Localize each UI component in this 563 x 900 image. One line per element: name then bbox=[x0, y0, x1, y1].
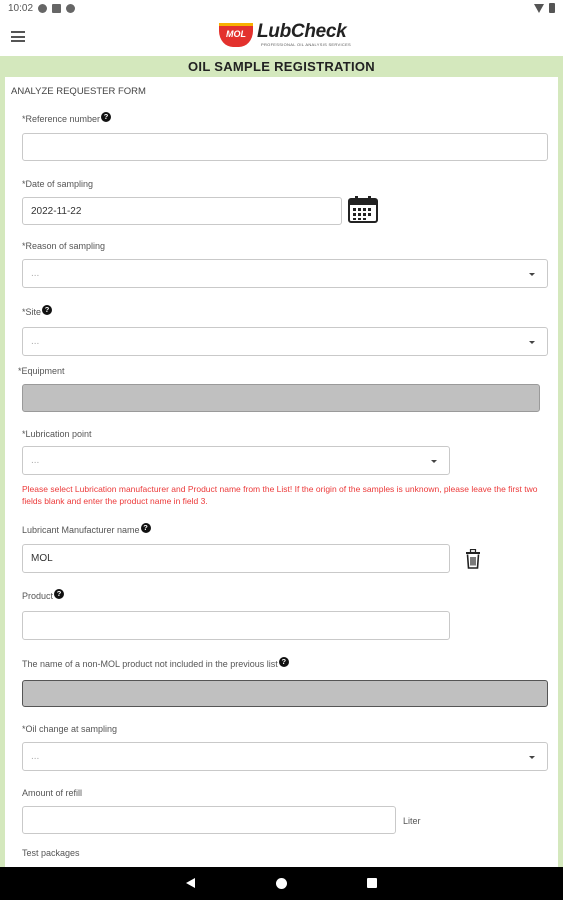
date-of-sampling-input[interactable]: 2022-11-22 bbox=[22, 197, 342, 225]
product-input[interactable] bbox=[22, 611, 450, 640]
lubricant-manufacturer-input[interactable]: MOL bbox=[22, 544, 450, 573]
product-label: Product? bbox=[22, 589, 65, 601]
chevron-down-icon bbox=[431, 459, 437, 463]
chevron-down-icon bbox=[529, 755, 535, 759]
reference-number-input[interactable] bbox=[22, 133, 548, 161]
chevron-down-icon bbox=[529, 272, 535, 276]
reason-of-sampling-select[interactable]: ... bbox=[22, 259, 548, 288]
page-title-bar: OIL SAMPLE REGISTRATION bbox=[0, 56, 563, 77]
non-mol-product-input bbox=[22, 680, 548, 707]
navigation-bar bbox=[0, 867, 563, 900]
equipment-input bbox=[22, 384, 540, 412]
lubcheck-logo: MOL LubCheck PROFESSIONAL OIL ANALYSIS S… bbox=[219, 22, 351, 47]
mol-logo-badge: MOL bbox=[219, 22, 253, 47]
reason-of-sampling-label: *Reason of sampling bbox=[22, 241, 106, 251]
help-icon[interactable]: ? bbox=[140, 523, 151, 533]
app-bar: MOL LubCheck PROFESSIONAL OIL ANALYSIS S… bbox=[0, 18, 563, 56]
oil-change-label: *Oil change at sampling bbox=[22, 724, 118, 734]
lubrication-point-label: *Lubrication point bbox=[22, 429, 92, 439]
sim-icon bbox=[52, 4, 62, 13]
amount-of-refill-label: Amount of refill bbox=[22, 788, 83, 798]
site-select[interactable]: ... bbox=[22, 327, 548, 356]
error-message: Please select Lubrication manufacturer a… bbox=[22, 484, 538, 506]
equipment-label: *Equipment bbox=[18, 366, 65, 376]
test-packages-label: Test packages bbox=[22, 848, 80, 858]
page-title: OIL SAMPLE REGISTRATION bbox=[188, 59, 375, 74]
status-right bbox=[534, 3, 555, 13]
recents-icon[interactable] bbox=[367, 878, 377, 888]
sync-icon bbox=[66, 4, 76, 13]
side-band-right bbox=[558, 77, 563, 867]
back-icon[interactable] bbox=[186, 878, 195, 888]
hamburger-icon[interactable] bbox=[11, 31, 25, 42]
non-mol-product-label: The name of a non-MOL product not includ… bbox=[22, 657, 289, 669]
logo-name: LubCheck bbox=[257, 21, 347, 42]
help-icon[interactable]: ? bbox=[101, 112, 112, 122]
lubricant-manufacturer-label: Lubricant Manufacturer name? bbox=[22, 523, 151, 535]
calendar-icon[interactable] bbox=[348, 195, 378, 224]
lubrication-point-select[interactable]: ... bbox=[22, 446, 450, 475]
a-icon bbox=[38, 4, 48, 13]
help-icon[interactable]: ? bbox=[42, 305, 53, 315]
oil-change-select[interactable]: ... bbox=[22, 742, 548, 771]
trash-icon[interactable] bbox=[465, 549, 481, 569]
help-icon[interactable]: ? bbox=[278, 657, 289, 667]
status-left: 10:02 bbox=[8, 3, 76, 14]
chevron-down-icon bbox=[529, 340, 535, 344]
refill-unit: Liter bbox=[403, 816, 421, 826]
help-icon[interactable]: ? bbox=[54, 589, 65, 599]
status-time: 10:02 bbox=[8, 3, 34, 14]
status-bar: 10:02 bbox=[0, 0, 563, 18]
battery-icon bbox=[549, 3, 555, 13]
home-icon[interactable] bbox=[276, 878, 287, 889]
section-title: ANALYZE REQUESTER FORM bbox=[11, 86, 146, 97]
logo-tagline: PROFESSIONAL OIL ANALYSIS SERVICES bbox=[261, 42, 352, 47]
site-label: *Site? bbox=[22, 305, 53, 317]
amount-of-refill-input[interactable] bbox=[22, 806, 396, 834]
date-of-sampling-label: *Date of sampling bbox=[22, 179, 94, 189]
logo-text: LubCheck PROFESSIONAL OIL ANALYSIS SERVI… bbox=[257, 21, 352, 48]
reference-number-label: *Reference number? bbox=[22, 112, 112, 124]
wifi-icon bbox=[534, 3, 544, 13]
